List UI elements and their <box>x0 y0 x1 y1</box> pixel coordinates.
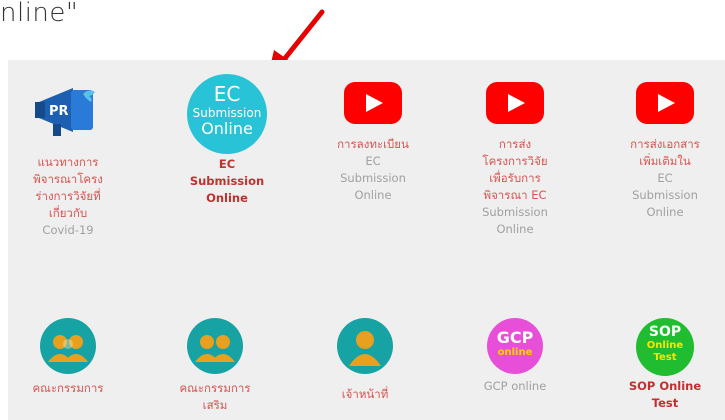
gcp-online-logo-icon: GCP online <box>487 318 543 374</box>
sop-online-test-logo-icon: SOP Online Test <box>636 318 694 376</box>
ec-submission-logo-icon: EC Submission Online <box>187 74 267 154</box>
group-people-icon <box>187 318 243 374</box>
item-label-line: การส่งเอกสาร <box>630 137 700 151</box>
item-label-line: โครงการวิจัย <box>482 154 548 168</box>
item-label-line: GCP online <box>483 379 547 393</box>
item-label-line: Online <box>496 222 534 236</box>
item-label-line: EC <box>218 157 236 171</box>
youtube-play-icon <box>636 82 694 124</box>
item-label-line: Online <box>354 188 392 202</box>
item-label-line: ร่างการวิจัยที่ <box>35 189 101 203</box>
item-committee[interactable]: คณะกรรมการ <box>18 318 118 397</box>
item-label-line: เกี่ยวกับ <box>48 206 88 220</box>
item-label-line: เพื่อรับการ <box>489 171 541 185</box>
item-submit-project-video[interactable]: การส่ง โครงการวิจัย เพื่อรับการ พิจารณา … <box>460 82 570 238</box>
item-sop-online-test[interactable]: SOP Online Test SOP Online Test <box>610 318 720 412</box>
item-covid-guidelines[interactable]: PR แนวทางการ พิจารณาโครง ร่างการวิจัยที่… <box>18 80 118 239</box>
item-label-line: Online <box>206 191 248 205</box>
person-icon <box>337 318 393 374</box>
item-label-line: พิจารณา EC <box>483 188 547 202</box>
item-staff[interactable]: เจ้าหน้าที่ <box>315 318 415 403</box>
group-people-icon <box>40 318 96 374</box>
item-label-line: Submission <box>340 171 406 185</box>
item-ec-submission-online[interactable]: EC Submission Online EC Submission Onlin… <box>172 74 282 207</box>
item-label-line: การลงทะเบียน <box>337 137 409 151</box>
item-label-line: Covid-19 <box>42 223 94 237</box>
item-label-line: Submission <box>189 174 265 188</box>
item-label-line: เจ้าหน้าที่ <box>341 387 389 401</box>
item-associate-committee[interactable]: คณะกรรมการ เสริม <box>165 318 265 414</box>
item-label-line: EC <box>365 154 381 168</box>
megaphone-pr-icon: PR <box>35 88 95 136</box>
item-label-line: Test <box>651 396 679 410</box>
youtube-play-icon <box>344 82 402 124</box>
item-label-line: คณะกรรมการ <box>32 381 104 395</box>
item-label-line: เสริม <box>202 398 228 412</box>
item-label-line: การส่ง <box>498 137 532 151</box>
item-label-line: คณะกรรมการ <box>179 381 251 395</box>
svg-text:PR: PR <box>49 104 69 119</box>
item-label-line: พิจารณาโครง <box>33 172 103 186</box>
item-label-line: SOP Online <box>628 379 702 393</box>
youtube-play-icon <box>486 82 544 124</box>
item-label-line: Online <box>646 205 684 219</box>
item-label-line: EC <box>657 171 673 185</box>
item-label-line: เพิ่มเติมใน <box>639 154 691 168</box>
item-registration-video[interactable]: การลงทะเบียน EC Submission Online <box>318 82 428 204</box>
item-additional-documents-video[interactable]: การส่งเอกสาร เพิ่มเติมใน EC Submission O… <box>610 82 720 221</box>
item-gcp-online[interactable]: GCP online GCP online <box>460 318 570 395</box>
item-label-line: Submission <box>632 188 698 202</box>
item-label-line: Submission <box>482 205 548 219</box>
item-label-line: แนวทางการ <box>37 155 99 169</box>
